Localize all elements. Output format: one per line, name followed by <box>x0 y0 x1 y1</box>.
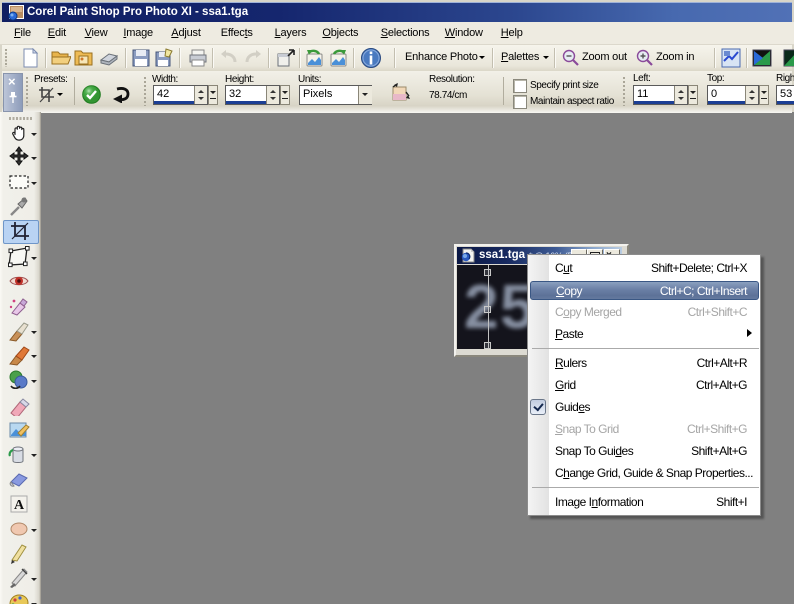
svg-text:A: A <box>14 498 25 513</box>
